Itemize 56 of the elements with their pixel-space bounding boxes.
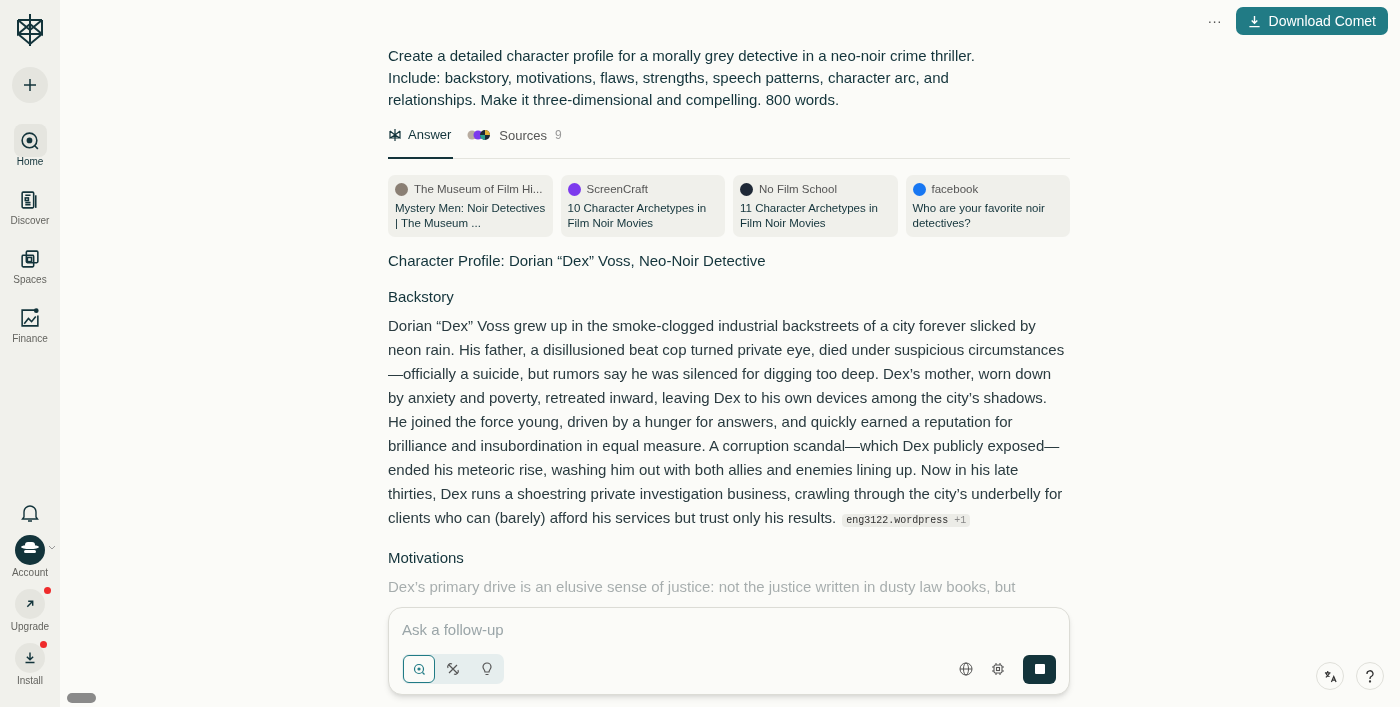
help-icon xyxy=(1365,669,1375,683)
scrollbar-thumb[interactable] xyxy=(67,693,96,703)
logo-icon[interactable] xyxy=(14,12,46,48)
nav-label: Upgrade xyxy=(10,620,50,633)
tab[interactable]: Answer xyxy=(388,125,454,159)
source-card[interactable]: ScreenCraft 10 Character Archetypes in Film Noir Movies xyxy=(560,174,725,237)
crossed-arrows-icon xyxy=(446,662,460,676)
source-title: 10 Character Archetypes in Film Noir Movies xyxy=(567,200,708,231)
section-heading: Backstory xyxy=(388,286,455,307)
source-title: 11 Character Archetypes in Film Noir Movies xyxy=(740,200,879,231)
download-button[interactable]: Download Comet xyxy=(1235,7,1388,35)
query-text: Create a detailed character profile for a morally grey detective in a neo-noir crime thriller. Include: backstory, motivations, flaws, strengths, speech patterns, character arc, and relationships. Make it three-dimensional and compelling. 800 words. xyxy=(388,46,976,110)
section-heading: Motivations xyxy=(388,547,465,568)
plus-icon xyxy=(23,78,37,92)
bell-icon[interactable] xyxy=(21,503,39,523)
stop-button[interactable] xyxy=(1023,654,1056,684)
home-icon xyxy=(19,129,41,152)
translate-icon xyxy=(1323,669,1337,683)
install-button[interactable] xyxy=(15,643,45,673)
nav-label: Install xyxy=(16,674,44,687)
follow-up-field[interactable]: Ask a follow-up xyxy=(388,607,1070,695)
burst-icon xyxy=(388,127,402,142)
nav-label: Home xyxy=(16,155,44,168)
nav-label: Finance xyxy=(12,332,48,345)
source-title: Mystery Men: Noir Detectives | The Museum ... xyxy=(395,200,546,231)
source-card[interactable]: The Museum of Film Hi... Mystery Men: Noir Detectives | The Museum ... xyxy=(388,174,553,237)
spaces-icon xyxy=(19,247,41,270)
answer-title: Character Profile: Dorian “Dex” Voss, Neo-Noir Detective xyxy=(388,250,767,271)
finance-icon xyxy=(19,306,41,329)
upgrade-button[interactable] xyxy=(15,589,45,619)
site-name: No Film School xyxy=(759,181,837,197)
site-name: facebook xyxy=(931,181,979,197)
stop-icon xyxy=(1034,664,1045,674)
nav-button[interactable] xyxy=(13,124,47,157)
source-title: Who are your favorite noir detectives? xyxy=(912,200,1046,231)
more-button[interactable]: ··· xyxy=(1207,10,1222,32)
section-paragraph: Dorian “Dex” Voss grew up in the smoke-clogged industrial backstreets of a city forever slicked by neon rain. His father, a disillusioned beat cop turned private eye, died under suspicious circumstances—officially a suicide, but rumors say he was silenced for digging too deep. Dex’s mother, worn down by anxiety and poverty, retreated inward, leaving Dex to his own devices among the city’s shadows. He joined the force young, driven by a hunger for answers, and quickly earned a reputation for brilliance and insubordination in equal measure. A corruption scandal—which Dex publicly exposed—ended his meteoric rise, washing him out with both allies and enemies lining up. Now in his late thirties, Dex runs a shoestring private investigation business, crawling through the city’s underbelly for clients who can (barely) afford his services but trust only his results. eng3122.wordpress +1 xyxy=(388,315,1066,529)
lightbulb-icon xyxy=(480,662,494,676)
section-paragraph: Dex’s primary drive is an elusive sense of justice: not the justice written in dusty law books, but xyxy=(388,576,1017,597)
search-icon xyxy=(412,662,426,676)
new-thread-button[interactable] xyxy=(12,67,48,103)
source-card[interactable]: No Film School 11 Character Archetypes in Film Noir Movies xyxy=(733,174,898,237)
follow-up-input[interactable]: Ask a follow-up xyxy=(402,619,1056,642)
download-icon xyxy=(1247,14,1261,28)
tab[interactable]: Sources 9 xyxy=(467,125,562,158)
avatar-icon[interactable] xyxy=(15,535,45,565)
mode-button[interactable] xyxy=(403,655,435,683)
nav-label: Spaces xyxy=(13,273,47,286)
citation-link[interactable]: eng3122.wordpress +1 xyxy=(842,513,971,527)
site-name: ScreenCraft xyxy=(586,181,648,197)
site-name: The Museum of Film Hi... xyxy=(414,181,543,197)
globe-icon[interactable] xyxy=(959,662,973,676)
nav-label: Discover xyxy=(10,214,50,227)
nav-label: Account xyxy=(11,566,49,579)
chip-icon[interactable] xyxy=(991,662,1005,676)
source-card[interactable]: facebook Who are your favorite noir detectives? xyxy=(905,174,1070,237)
